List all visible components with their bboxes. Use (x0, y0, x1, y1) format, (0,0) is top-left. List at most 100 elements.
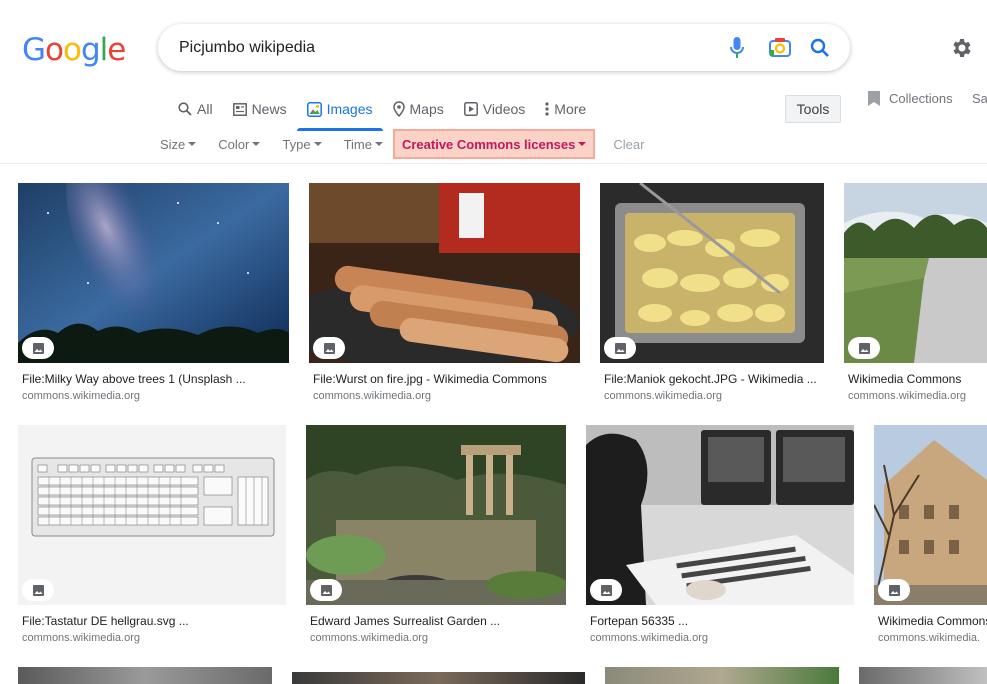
search-input[interactable]: Picjumbo wikipedia (179, 39, 315, 57)
result-thumbnail[interactable] (600, 183, 824, 363)
result-title: File:Wurst on fire.jpg - Wikimedia Commo… (313, 372, 547, 386)
tab-label: Videos (482, 101, 526, 117)
filter-size[interactable]: Size (154, 129, 202, 159)
result-source: commons.wikimedia.org (590, 632, 708, 644)
image-result[interactable]: File:Milky Way above trees 1 (Unsplash .… (18, 183, 289, 413)
result-source: commons.wikimedia.org (22, 390, 140, 402)
logo-letter: o (63, 32, 82, 68)
filter-usage-rights[interactable]: Creative Commons licenses (392, 129, 596, 159)
image-result[interactable] (859, 667, 987, 684)
result-source: commons.wikimedia.org (313, 390, 431, 402)
collections-link[interactable]: Collections (867, 90, 953, 107)
result-thumbnail[interactable] (18, 667, 272, 684)
caret-down-icon (374, 142, 383, 146)
image-result[interactable]: File:Wurst on fire.jpg - Wikimedia Commo… (309, 183, 580, 413)
tab-images[interactable]: Images (296, 94, 383, 131)
caret-down-icon (578, 142, 587, 146)
logo-letter: G (22, 32, 46, 68)
result-thumbnail[interactable] (605, 667, 839, 684)
images-icon (306, 101, 322, 117)
image-icon (310, 579, 342, 601)
filter-label: Color (218, 136, 250, 152)
image-icon (848, 337, 880, 359)
result-thumbnail[interactable] (859, 667, 987, 684)
result-thumbnail[interactable] (18, 183, 289, 363)
image-result[interactable]: File:Tastatur DE hellgrau.svg ... common… (18, 425, 286, 655)
news-icon (232, 102, 247, 116)
result-thumbnail[interactable] (844, 183, 987, 363)
logo-letter: e (107, 32, 126, 68)
result-title: Wikimedia Commons (848, 372, 962, 386)
result-title: Edward James Surrealist Garden ... (310, 614, 501, 628)
image-icon (590, 579, 622, 601)
result-title: Wikimedia Commons (878, 614, 987, 628)
header-divider (0, 163, 987, 164)
filter-type[interactable]: Type (276, 129, 327, 159)
more-vertical-icon (545, 102, 549, 116)
logo-letter: l (99, 32, 109, 68)
search-icon[interactable] (808, 36, 832, 60)
tab-maps[interactable]: Maps (383, 94, 454, 124)
caret-down-icon (252, 142, 261, 146)
tab-label: More (554, 101, 587, 117)
result-source: commons.wikimedia. (878, 632, 981, 644)
tab-videos[interactable]: Videos (454, 94, 536, 124)
image-icon (313, 337, 345, 359)
result-source: commons.wikimedia.org (310, 632, 428, 644)
video-icon (463, 102, 478, 116)
image-result[interactable]: Fortepan 56335 ... commons.wikimedia.org (586, 425, 854, 655)
result-thumbnail[interactable] (18, 425, 286, 605)
tab-label: News (251, 101, 287, 117)
result-source: commons.wikimedia.org (604, 390, 722, 402)
tab-label: Maps (409, 101, 444, 117)
image-result[interactable] (18, 667, 272, 684)
tab-news[interactable]: News (223, 94, 297, 124)
image-icon (604, 337, 636, 359)
image-result[interactable]: Edward James Surrealist Garden ... commo… (306, 425, 566, 655)
image-result[interactable] (292, 672, 585, 684)
filter-color[interactable]: Color (212, 129, 266, 159)
settings-gear-icon[interactable] (949, 36, 973, 60)
search-box[interactable]: Picjumbo wikipedia (158, 24, 850, 71)
result-source: commons.wikimedia.org (22, 632, 140, 644)
result-thumbnail[interactable] (306, 425, 566, 605)
result-source: commons.wikimedia.org (848, 390, 966, 402)
map-pin-icon (392, 101, 405, 117)
result-title: File:Tastatur DE hellgrau.svg ... (22, 614, 189, 628)
tab-label: All (197, 101, 213, 117)
saved-link[interactable]: Sa (972, 91, 987, 106)
result-thumbnail[interactable] (292, 672, 585, 684)
result-thumbnail[interactable] (309, 183, 580, 363)
logo-letter: o (45, 32, 64, 68)
logo-letter: g (80, 32, 101, 68)
camera-lens-icon[interactable] (768, 36, 792, 60)
clear-filters-link[interactable]: Clear (613, 137, 644, 152)
image-icon (22, 579, 54, 601)
result-title: File:Milky Way above trees 1 (Unsplash .… (22, 372, 246, 386)
caret-down-icon (188, 142, 197, 146)
search-icon (178, 102, 192, 116)
image-icon (22, 337, 54, 359)
tab-label: Images (326, 101, 373, 117)
image-result[interactable]: Wikimedia Commons commons.wikimedia. (874, 425, 987, 655)
filter-label: Type (282, 136, 311, 152)
result-thumbnail[interactable] (874, 425, 987, 605)
image-result[interactable]: Wikimedia Commons commons.wikimedia.org (844, 183, 987, 413)
tab-all[interactable]: All (168, 94, 223, 124)
tab-more[interactable]: More (535, 94, 596, 124)
filter-label: Size (160, 136, 186, 152)
image-result[interactable]: File:Maniok gekocht.JPG - Wikimedia ... … (600, 183, 824, 413)
result-thumbnail[interactable] (586, 425, 854, 605)
caret-down-icon (313, 142, 322, 146)
filter-label: Time (343, 136, 372, 152)
google-logo[interactable]: Google (22, 32, 126, 68)
filter-time[interactable]: Time (338, 129, 389, 159)
filter-bar: Size Color Type Time Creative Commons li… (154, 128, 644, 160)
bookmark-icon (868, 91, 880, 106)
result-title: File:Maniok gekocht.JPG - Wikimedia ... (604, 372, 817, 386)
tools-button[interactable]: Tools (785, 95, 841, 123)
image-result[interactable] (605, 667, 839, 684)
microphone-icon[interactable] (725, 36, 749, 60)
filter-label: Creative Commons licenses (401, 136, 576, 152)
result-title: Fortepan 56335 ... (590, 614, 689, 628)
